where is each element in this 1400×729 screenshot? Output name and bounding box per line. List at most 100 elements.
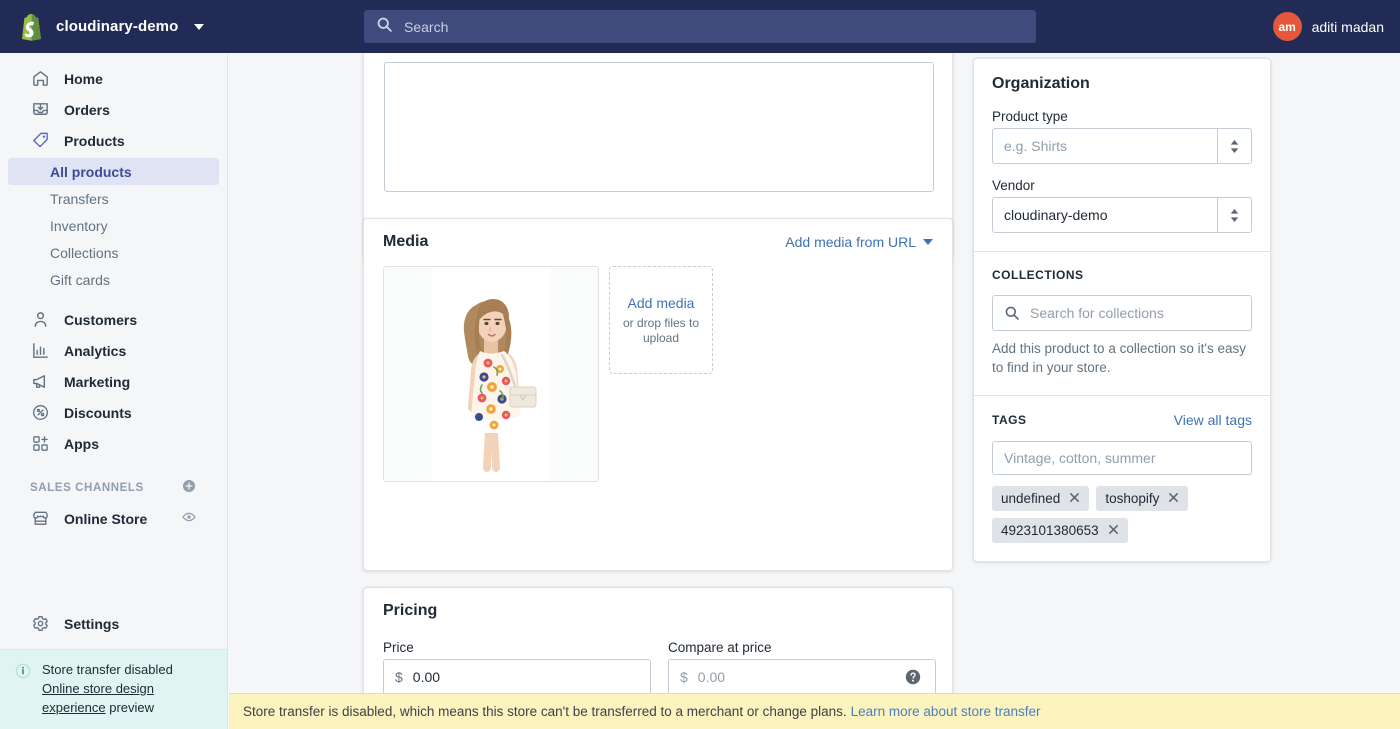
media-title: Media bbox=[383, 233, 428, 251]
price-input[interactable]: $ 0.00 bbox=[383, 659, 651, 695]
sidebar-item-label: Customers bbox=[64, 312, 137, 328]
nav-spacer bbox=[0, 293, 227, 304]
user-name-label: aditi madan bbox=[1312, 19, 1384, 35]
global-search[interactable]: Search bbox=[364, 10, 1036, 43]
tags-section: TAGS View all tags Vintage, cotton, summ… bbox=[974, 396, 1270, 561]
tag-label: 4923101380653 bbox=[1001, 523, 1099, 538]
sidebar-item-settings[interactable]: Settings bbox=[8, 608, 219, 639]
organization-title: Organization bbox=[992, 75, 1252, 93]
discounts-percent-icon bbox=[30, 403, 50, 423]
sidebar-item-label: Settings bbox=[64, 616, 119, 632]
sidebar-item-orders[interactable]: Orders bbox=[8, 94, 219, 125]
add-media-from-url-button[interactable]: Add media from URL bbox=[785, 234, 933, 250]
sidebar-item-analytics[interactable]: Analytics bbox=[8, 335, 219, 366]
close-x-icon[interactable] bbox=[1108, 523, 1119, 538]
sidebar-item-customers[interactable]: Customers bbox=[8, 304, 219, 335]
view-all-tags-link[interactable]: View all tags bbox=[1174, 412, 1252, 428]
learn-more-store-transfer-link[interactable]: Learn more about store transfer bbox=[851, 704, 1041, 719]
collections-section: COLLECTIONS Search for collections Add t… bbox=[974, 252, 1270, 395]
product-type-select[interactable]: e.g. Shirts bbox=[992, 128, 1252, 164]
tag-chip[interactable]: 4923101380653 bbox=[992, 518, 1128, 543]
plus-circle-icon[interactable] bbox=[181, 478, 197, 499]
avatar: am bbox=[1273, 12, 1302, 41]
store-note-suffix: preview bbox=[106, 700, 154, 715]
search-placeholder-text: Search bbox=[404, 19, 448, 35]
sidebar-item-all-products[interactable]: All products bbox=[8, 158, 219, 185]
description-textarea[interactable] bbox=[384, 62, 934, 192]
sidebar-item-online-store[interactable]: Online Store bbox=[8, 503, 219, 534]
search-icon bbox=[376, 16, 393, 38]
tag-chip[interactable]: undefined bbox=[992, 486, 1089, 511]
tag-chip[interactable]: toshopify bbox=[1096, 486, 1188, 511]
sidebar-item-label: Analytics bbox=[64, 343, 126, 359]
organization-card: Organization Product type e.g. Shirts Ve… bbox=[973, 58, 1271, 562]
tags-heading: TAGS bbox=[992, 413, 1026, 427]
product-type-label: Product type bbox=[992, 109, 1252, 124]
close-x-icon[interactable] bbox=[1069, 491, 1080, 506]
pricing-title: Pricing bbox=[383, 602, 437, 619]
compare-currency-symbol: $ bbox=[680, 669, 688, 685]
media-thumbnail[interactable] bbox=[383, 266, 599, 482]
sidebar-subitem-label: Gift cards bbox=[50, 272, 110, 288]
shopify-bag-icon bbox=[18, 13, 44, 41]
user-menu[interactable]: am aditi madan bbox=[1273, 0, 1384, 53]
top-navigation-bar: cloudinary-demo Search am aditi madan bbox=[0, 0, 1400, 53]
tag-label: toshopify bbox=[1105, 491, 1159, 506]
main-content: Media Add media from URL bbox=[229, 53, 1400, 729]
sidebar-item-label: Home bbox=[64, 71, 103, 87]
organization-section: Organization Product type e.g. Shirts Ve… bbox=[974, 59, 1270, 251]
search-icon bbox=[1004, 305, 1020, 321]
sidebar-item-collections[interactable]: Collections bbox=[8, 239, 219, 266]
sidebar-item-home[interactable]: Home bbox=[8, 63, 219, 94]
compare-at-price-input[interactable]: $ 0.00 bbox=[668, 659, 936, 695]
stepper-updown-icon[interactable] bbox=[1217, 129, 1251, 163]
collections-heading: COLLECTIONS bbox=[992, 268, 1252, 282]
price-currency-symbol: $ bbox=[395, 669, 403, 685]
media-card: Media Add media from URL bbox=[363, 218, 953, 571]
price-value: 0.00 bbox=[413, 669, 440, 685]
gear-icon bbox=[30, 614, 50, 634]
help-circle-icon[interactable] bbox=[904, 668, 922, 686]
products-subnav: All products Transfers Inventory Collect… bbox=[0, 156, 227, 293]
collections-search-input[interactable]: Search for collections bbox=[992, 295, 1252, 331]
store-switcher[interactable]: cloudinary-demo bbox=[0, 13, 228, 41]
sidebar-item-label: Marketing bbox=[64, 374, 130, 390]
apps-grid-plus-icon bbox=[30, 434, 50, 454]
tag-label: undefined bbox=[1001, 491, 1060, 506]
sidebar-subitem-label: All products bbox=[50, 164, 132, 180]
sidebar-item-products[interactable]: Products bbox=[8, 125, 219, 156]
sidebar-item-label: Apps bbox=[64, 436, 99, 452]
sidebar-item-inventory[interactable]: Inventory bbox=[8, 212, 219, 239]
sidebar-item-label: Orders bbox=[64, 102, 110, 118]
media-dropzone[interactable]: Add media or drop files to upload bbox=[609, 266, 713, 374]
eye-icon[interactable] bbox=[181, 509, 197, 528]
collections-search-placeholder: Search for collections bbox=[1030, 305, 1164, 321]
tags-input[interactable]: Vintage, cotton, summer bbox=[992, 441, 1252, 475]
close-x-icon[interactable] bbox=[1168, 491, 1179, 506]
home-icon bbox=[30, 69, 50, 89]
info-circle-icon bbox=[14, 662, 32, 685]
drop-files-hint: or drop files to upload bbox=[610, 316, 712, 346]
search-input[interactable]: Search bbox=[364, 10, 1036, 43]
sidebar-channel-label: Online Store bbox=[64, 511, 147, 527]
vendor-select[interactable]: cloudinary-demo bbox=[992, 197, 1252, 233]
sidebar-item-marketing[interactable]: Marketing bbox=[8, 366, 219, 397]
sales-channels-title: SALES CHANNELS bbox=[30, 482, 144, 494]
sidebar-item-discounts[interactable]: Discounts bbox=[8, 397, 219, 428]
product-image bbox=[384, 267, 598, 481]
marketing-megaphone-icon bbox=[30, 372, 50, 392]
product-type-placeholder: e.g. Shirts bbox=[1004, 138, 1067, 154]
sidebar-item-transfers[interactable]: Transfers bbox=[8, 185, 219, 212]
sidebar-item-label: Discounts bbox=[64, 405, 132, 421]
store-transfer-note: Store transfer disabled Online store des… bbox=[0, 649, 227, 729]
compare-placeholder: 0.00 bbox=[698, 669, 725, 685]
customer-person-icon bbox=[30, 310, 50, 330]
vendor-label: Vendor bbox=[992, 178, 1252, 193]
sidebar-item-gift-cards[interactable]: Gift cards bbox=[8, 266, 219, 293]
tags-list: undefined toshopify 4923101380653 bbox=[992, 486, 1252, 543]
stepper-updown-icon[interactable] bbox=[1217, 198, 1251, 232]
sidebar-item-apps[interactable]: Apps bbox=[8, 428, 219, 459]
analytics-bars-icon bbox=[30, 341, 50, 361]
sidebar-subitem-label: Transfers bbox=[50, 191, 109, 207]
add-media-label: Add media bbox=[628, 295, 695, 311]
